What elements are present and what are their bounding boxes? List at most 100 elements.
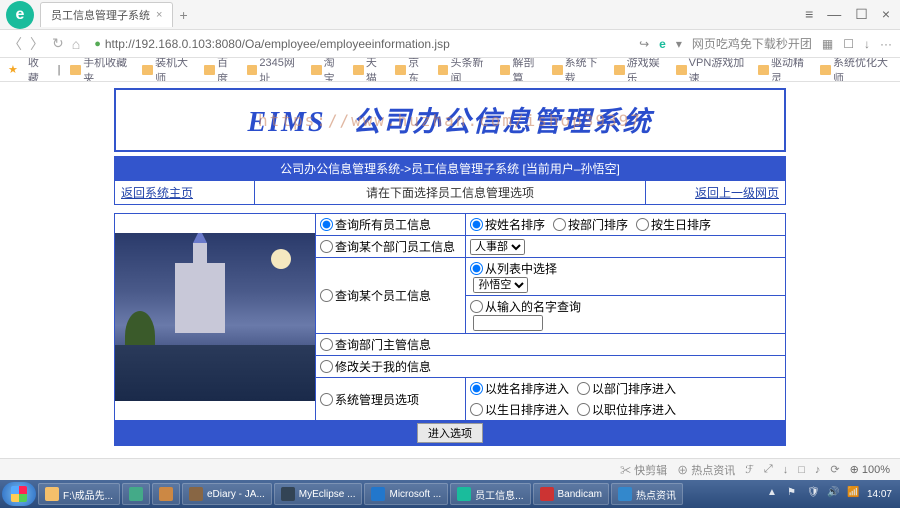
window-menu-icon[interactable]: ≡ bbox=[805, 6, 813, 23]
bookmark-item[interactable]: 头条新闻 bbox=[438, 58, 490, 82]
bookmark-item[interactable]: 2345网址 bbox=[247, 58, 301, 82]
bookmark-item[interactable]: 系统优化大师 bbox=[820, 58, 892, 82]
url-text: http://192.168.0.103:8080/Oa/employee/em… bbox=[105, 37, 450, 51]
status-icon[interactable]: □ bbox=[798, 464, 805, 476]
task-item[interactable] bbox=[122, 483, 150, 505]
addr-hint[interactable]: 网页吃鸡免下载秒开团 bbox=[692, 35, 812, 52]
nav-table: 公司办公信息管理系统->员工信息管理子系统 [当前用户–孙悟空] 返回系统主页 … bbox=[114, 156, 786, 205]
status-item[interactable]: ⊕ 热点资讯 bbox=[677, 462, 735, 478]
url-input[interactable]: ● http://192.168.0.103:8080/Oa/employee/… bbox=[88, 35, 631, 53]
employee-name-input[interactable] bbox=[473, 315, 543, 331]
status-icon[interactable]: ℱ bbox=[745, 463, 754, 476]
bookmark-icon[interactable]: ☐ bbox=[843, 37, 854, 51]
dept-select[interactable]: 人事部 bbox=[470, 239, 525, 255]
decorative-image bbox=[115, 233, 315, 401]
task-item[interactable]: Bandicam bbox=[533, 483, 609, 505]
task-item[interactable]: Microsoft ... bbox=[364, 483, 448, 505]
radio-query-dept[interactable]: 查询某个部门员工信息 bbox=[320, 238, 461, 255]
task-item[interactable] bbox=[152, 483, 180, 505]
submit-button[interactable]: 进入选项 bbox=[417, 423, 483, 443]
bookmark-item[interactable]: 解剖算 bbox=[500, 58, 542, 82]
breadcrumb: 公司办公信息管理系统->员工信息管理子系统 [当前用户–孙悟空] bbox=[115, 157, 786, 181]
status-icon[interactable]: ⟳ bbox=[830, 463, 839, 476]
radio-admin-name[interactable]: 以姓名排序进入 bbox=[470, 380, 569, 397]
radio-sort-name[interactable]: 按姓名排序 bbox=[470, 216, 545, 233]
task-item[interactable]: 员工信息... bbox=[450, 483, 530, 505]
options-table: 查询所有员工信息 按姓名排序 按部门排序 按生日排序 查询某个部门员工信息 人事… bbox=[114, 213, 786, 446]
task-item[interactable]: MyEclipse ... bbox=[274, 483, 363, 505]
bookmark-item[interactable]: 装机大师 bbox=[142, 58, 194, 82]
task-item[interactable]: eDiary - JA... bbox=[182, 483, 272, 505]
more-icon[interactable]: ··· bbox=[880, 37, 892, 51]
browser-tab[interactable]: 员工信息管理子系统 × bbox=[40, 2, 173, 27]
bookmark-item[interactable]: 驱动精灵 bbox=[758, 58, 810, 82]
lock-icon: ● bbox=[94, 38, 101, 50]
radio-from-list[interactable]: 从列表中选择 bbox=[470, 260, 781, 277]
bookmark-item[interactable]: 游戏娱乐 bbox=[614, 58, 666, 82]
tab-add-icon[interactable]: + bbox=[179, 7, 187, 23]
radio-sort-dept[interactable]: 按部门排序 bbox=[553, 216, 628, 233]
favorites-icon[interactable]: ★ bbox=[8, 63, 18, 76]
radio-from-input[interactable]: 从输入的名字查询 bbox=[470, 298, 781, 315]
bookmark-item[interactable]: 百度 bbox=[204, 58, 236, 82]
window-close-icon[interactable]: × bbox=[882, 6, 890, 23]
radio-admin-position[interactable]: 以职位排序进入 bbox=[577, 401, 676, 418]
share-icon[interactable]: ↪ bbox=[639, 37, 649, 51]
bookmark-item[interactable]: 天猫 bbox=[353, 58, 385, 82]
bookmark-item[interactable]: 京东 bbox=[395, 58, 427, 82]
bookmark-item[interactable]: 淘宝 bbox=[311, 58, 343, 82]
back-home-link[interactable]: 返回系统主页 bbox=[121, 186, 193, 200]
zoom-level[interactable]: ⊕ 100% bbox=[850, 463, 890, 476]
radio-query-all[interactable]: 查询所有员工信息 bbox=[320, 216, 461, 233]
status-icon[interactable]: ♪ bbox=[815, 464, 821, 476]
employee-select[interactable]: 孙悟空 bbox=[473, 277, 528, 293]
browser-logo-icon: e bbox=[6, 1, 34, 29]
window-maximize-icon[interactable]: ☐ bbox=[855, 6, 868, 23]
watermark: https://www.huzhan.com/ishop39397 bbox=[258, 111, 642, 130]
bookmark-item[interactable]: 收藏 bbox=[28, 58, 48, 82]
tray-icon[interactable]: 🛡 bbox=[807, 487, 821, 501]
system-tray[interactable]: ▲ ⚑ 🛡 🔊 📶 14:07 bbox=[767, 487, 898, 501]
back-up-link[interactable]: 返回上一级网页 bbox=[695, 186, 779, 200]
tab-title: 员工信息管理子系统 bbox=[51, 7, 150, 23]
instruction-text: 请在下面选择员工信息管理选项 bbox=[255, 181, 646, 205]
tray-icon[interactable]: 🔊 bbox=[827, 487, 841, 501]
grid-icon[interactable]: ▦ bbox=[822, 37, 833, 51]
engine-icon[interactable]: e bbox=[659, 37, 666, 51]
bookmark-item[interactable]: 系统下载 bbox=[552, 58, 604, 82]
bookmarks-bar: ★ 收藏 | 手机收藏夹 装机大师 百度 2345网址 淘宝 天猫 京东 头条新… bbox=[0, 58, 900, 82]
bookmark-item[interactable]: 手机收藏夹 bbox=[70, 58, 132, 82]
status-bar: ✂ 快剪辑 ⊕ 热点资讯 ℱ ⤢ ↓ □ ♪ ⟳ ⊕ 100% bbox=[0, 458, 900, 480]
tray-icon[interactable]: 📶 bbox=[847, 487, 861, 501]
separator: | bbox=[58, 64, 61, 76]
nav-back-icon[interactable]: 〈 bbox=[8, 34, 22, 54]
radio-modify-mine[interactable]: 修改关于我的信息 bbox=[320, 358, 781, 375]
tray-icon[interactable]: ▲ bbox=[767, 487, 781, 501]
radio-sort-birth[interactable]: 按生日排序 bbox=[636, 216, 711, 233]
download-icon[interactable]: ↓ bbox=[864, 37, 870, 51]
tray-time[interactable]: 14:07 bbox=[867, 489, 892, 500]
taskbar: F:\成品先... eDiary - JA... MyEclipse ... M… bbox=[0, 480, 900, 508]
chevron-down-icon[interactable]: ▾ bbox=[676, 37, 682, 51]
banner: EIMS 公司办公信息管理系统 https://www.huzhan.com/i… bbox=[114, 88, 786, 152]
radio-query-employee[interactable]: 查询某个员工信息 bbox=[320, 287, 461, 304]
status-item[interactable]: ✂ 快剪辑 bbox=[620, 462, 667, 478]
tab-close-icon[interactable]: × bbox=[156, 9, 162, 21]
nav-forward-icon[interactable]: 〉 bbox=[30, 34, 44, 54]
nav-home-icon[interactable]: ⌂ bbox=[72, 36, 80, 52]
radio-admin-birth[interactable]: 以生日排序进入 bbox=[470, 401, 569, 418]
bookmark-item[interactable]: VPN游戏加速 bbox=[676, 58, 748, 82]
tray-icon[interactable]: ⚑ bbox=[787, 487, 801, 501]
radio-admin-options[interactable]: 系统管理员选项 bbox=[320, 391, 461, 408]
start-button[interactable] bbox=[2, 482, 36, 506]
window-minimize-icon[interactable]: — bbox=[827, 6, 841, 23]
radio-query-supervisor[interactable]: 查询部门主管信息 bbox=[320, 336, 781, 353]
nav-refresh-icon[interactable]: ↻ bbox=[52, 35, 64, 52]
status-icon[interactable]: ⤢ bbox=[764, 463, 773, 476]
radio-admin-dept[interactable]: 以部门排序进入 bbox=[577, 380, 676, 397]
page-content: EIMS 公司办公信息管理系统 https://www.huzhan.com/i… bbox=[0, 82, 900, 446]
task-item[interactable]: 热点资讯 bbox=[611, 483, 683, 505]
task-item[interactable]: F:\成品先... bbox=[38, 483, 120, 505]
status-icon[interactable]: ↓ bbox=[783, 464, 789, 476]
browser-titlebar: e 员工信息管理子系统 × + ≡ — ☐ × bbox=[0, 0, 900, 30]
